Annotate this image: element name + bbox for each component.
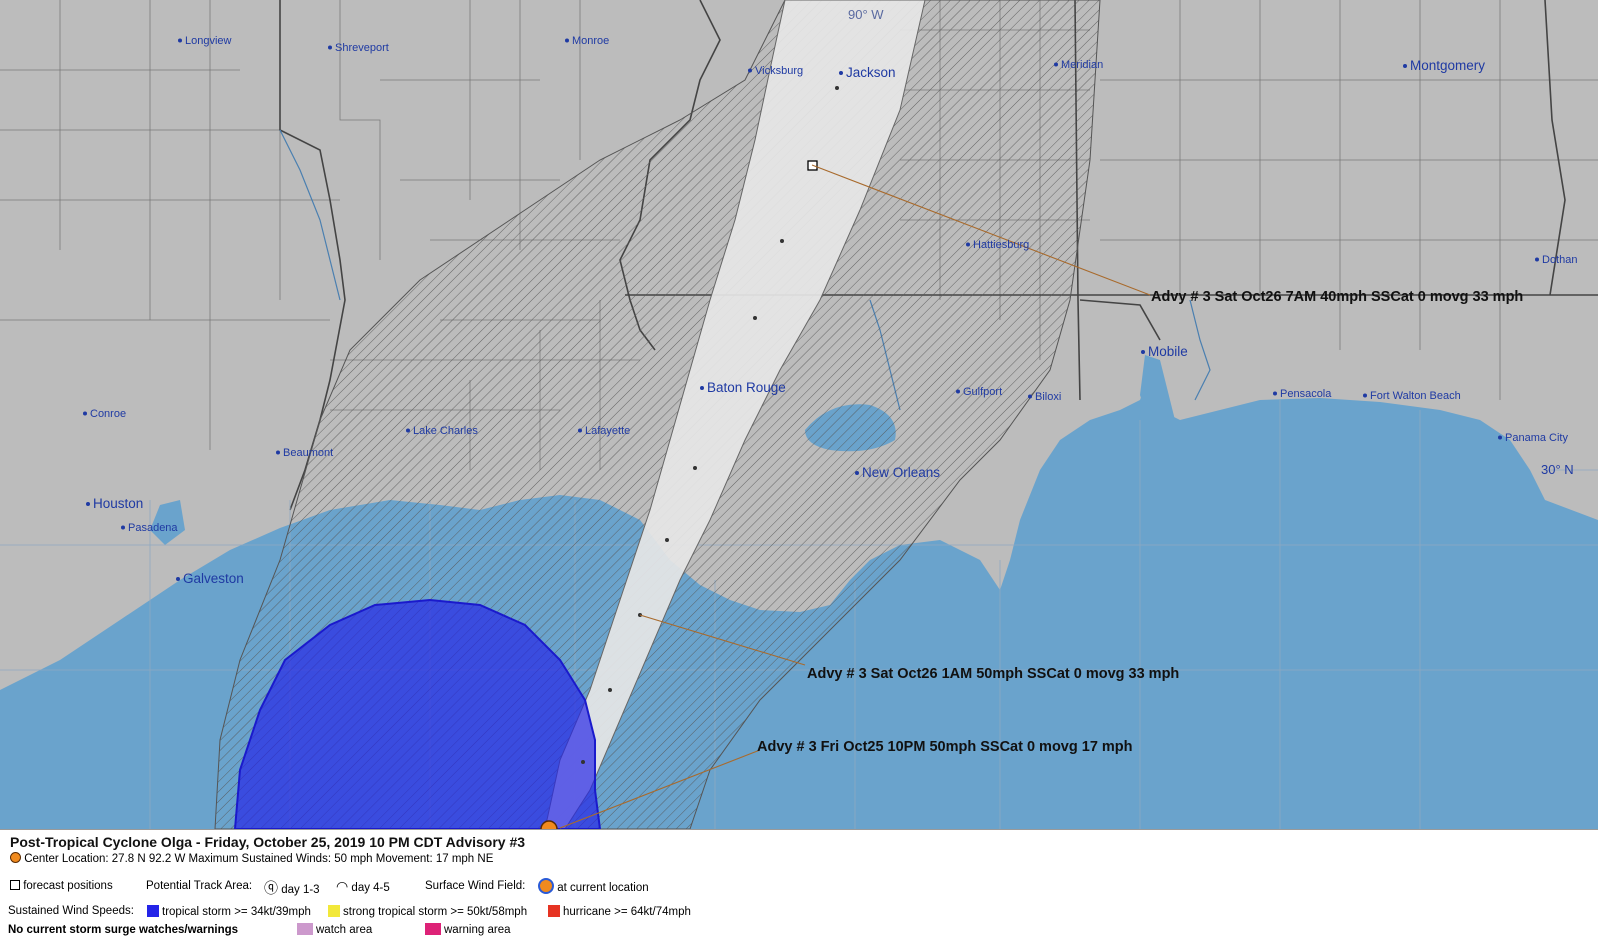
city-dot [121, 525, 125, 530]
tropical-storm-label: tropical storm >= 34kt/39mph [162, 906, 311, 918]
tropical-storm-swatch [147, 905, 159, 917]
wind-field-icon [538, 878, 554, 894]
watch-area-label: watch area [316, 924, 373, 936]
warning-area-legend: warning area [425, 923, 510, 936]
city-label: New Orleans [862, 465, 940, 480]
city-label: Dothan [1542, 254, 1577, 266]
warning-area-swatch [425, 923, 441, 935]
city-dot [1054, 62, 1058, 67]
track-day-1-3-icon: ⓠ [264, 880, 278, 896]
city-dot [700, 386, 704, 390]
watch-area-legend: watch area [297, 923, 372, 936]
city-dot [1498, 435, 1502, 440]
potential-track-label: Potential Track Area: [146, 880, 253, 892]
storm-title: Post-Tropical Cyclone Olga - Friday, Oct… [10, 834, 526, 850]
city-label: Montgomery [1410, 58, 1485, 73]
city-label: Pensacola [1280, 388, 1332, 400]
day-1-3-legend: ⓠ day 1-3 [264, 878, 320, 898]
city-label: Fort Walton Beach [1370, 390, 1461, 402]
city-label: Panama City [1505, 432, 1568, 444]
city-dot [276, 450, 280, 455]
city-dot [178, 38, 182, 43]
advisory-label-1: Advy # 3 Fri Oct25 10PM 50mph SSCat 0 mo… [757, 739, 1133, 755]
city-dot [328, 45, 332, 50]
city-label: Vicksburg [755, 65, 803, 77]
advisory-label-2: Advy # 3 Sat Oct26 1AM 50mph SSCat 0 mov… [807, 666, 1179, 682]
city-dot [1273, 391, 1277, 396]
hurricane-swatch [548, 905, 560, 917]
city-label: Beaumont [283, 447, 333, 459]
center-info-text: Center Location: 27.8 N 92.2 W Maximum S… [24, 853, 494, 865]
city-label: Monroe [572, 35, 609, 47]
hurricane-legend: hurricane >= 64kt/74mph [548, 905, 691, 918]
longitude-label: 90° W [848, 7, 884, 22]
strong-tropical-storm-label: strong tropical storm >= 50kt/58mph [343, 906, 528, 918]
city-label: Pasadena [128, 522, 178, 534]
city-dot [86, 502, 90, 506]
city-label: Jackson [846, 65, 896, 80]
city-label: Gulfport [963, 386, 1002, 398]
city-label: Shreveport [335, 42, 389, 54]
center-info: Center Location: 27.8 N 92.2 W Maximum S… [10, 852, 493, 865]
city-dot [855, 471, 859, 475]
city-label: Galveston [183, 571, 244, 586]
city-label: Baton Rouge [707, 380, 786, 395]
city-label: Hattiesburg [973, 239, 1029, 251]
city-label: Lake Charles [413, 425, 478, 437]
city-label: Longview [185, 35, 232, 47]
city-dot [748, 68, 752, 73]
day-4-5-legend: ◠ day 4-5 [336, 878, 390, 895]
city-dot [966, 242, 970, 247]
current-location-icon [10, 852, 21, 863]
city-dot [839, 71, 843, 75]
tropical-storm-legend: tropical storm >= 34kt/39mph [147, 905, 311, 918]
city-dot [176, 577, 180, 581]
current-location-legend: at current location [538, 878, 649, 894]
forecast-positions-label: forecast positions [23, 880, 113, 892]
city-dot [1535, 257, 1539, 262]
watch-area-swatch [297, 923, 313, 935]
city-label: Mobile [1148, 344, 1188, 359]
day-1-3-label: day 1-3 [281, 884, 320, 896]
city-dot [578, 428, 582, 433]
at-current-location-label: at current location [557, 882, 649, 894]
day-4-5-label: day 4-5 [351, 882, 390, 894]
city-label: Houston [93, 496, 143, 511]
strong-tropical-storm-swatch [328, 905, 340, 917]
hurricane-map[interactable]: 90° W 30° N Longview Shreveport Monroe Vick… [0, 0, 1598, 829]
city-dot [956, 389, 960, 394]
city-dot [1141, 350, 1145, 354]
square-icon [10, 880, 20, 890]
city-dot [1363, 393, 1367, 398]
city-label: Conroe [90, 408, 126, 420]
city-label: Biloxi [1035, 391, 1061, 403]
city-dot [83, 411, 87, 416]
city-label: Meridian [1061, 59, 1103, 71]
city-dot [1403, 64, 1407, 68]
surface-wind-field-label: Surface Wind Field: [425, 880, 526, 892]
legend-panel: Post-Tropical Cyclone Olga - Friday, Oct… [0, 829, 1598, 941]
warning-area-label: warning area [444, 924, 511, 936]
city-dot [565, 38, 569, 43]
latitude-label: 30° N [1541, 462, 1574, 477]
track-day-4-5-icon: ◠ [336, 878, 349, 894]
sustained-wind-label: Sustained Wind Speeds: [8, 905, 134, 917]
forecast-positions-legend: forecast positions [10, 880, 113, 892]
surge-note: No current storm surge watches/warnings [8, 924, 239, 936]
hurricane-label: hurricane >= 64kt/74mph [563, 906, 691, 918]
city-dot [406, 428, 410, 433]
map-canvas: 90° W 30° N Longview Shreveport Monroe Vick… [0, 0, 1598, 829]
city-label: Lafayette [585, 425, 630, 437]
advisory-label-3: Advy # 3 Sat Oct26 7AM 40mph SSCat 0 mov… [1151, 289, 1523, 305]
strong-tropical-storm-legend: strong tropical storm >= 50kt/58mph [328, 905, 527, 918]
city-dot [1028, 394, 1032, 399]
